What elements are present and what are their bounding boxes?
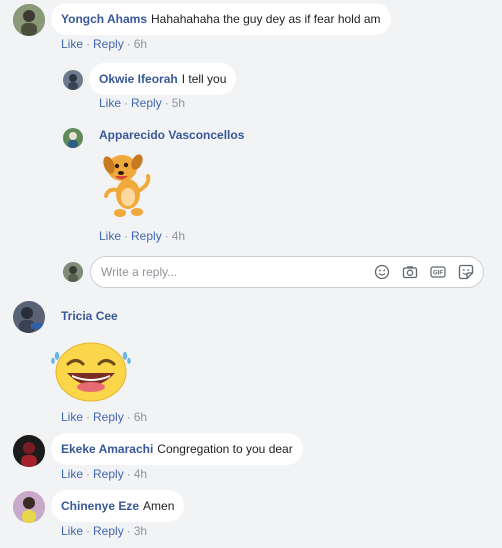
comment-author[interactable]: Chinenye Eze bbox=[61, 499, 139, 513]
emoji-icon[interactable] bbox=[374, 264, 390, 280]
reply-link[interactable]: Reply bbox=[93, 37, 124, 51]
separator-dot: · bbox=[86, 524, 91, 538]
separator-dot: · bbox=[86, 467, 91, 481]
reply-link[interactable]: Reply bbox=[131, 229, 162, 243]
avatar[interactable] bbox=[63, 70, 83, 90]
separator-dot: · bbox=[86, 410, 91, 424]
comment-text: Hahahahaha the guy dey as if fear hold a… bbox=[151, 12, 381, 26]
comment-text: I tell you bbox=[181, 72, 227, 86]
reply-link[interactable]: Reply bbox=[93, 467, 124, 481]
separator-dot: · bbox=[126, 37, 131, 51]
comment-timestamp[interactable]: 6h bbox=[134, 37, 147, 51]
comment-actions: Like · Reply · 6h bbox=[61, 37, 147, 51]
separator-dot: · bbox=[124, 96, 129, 110]
camera-icon[interactable] bbox=[402, 264, 418, 280]
comment-bubble: Okwie Ifeorah I tell you bbox=[89, 63, 237, 95]
avatar[interactable] bbox=[13, 491, 45, 523]
comment-bubble: Yongch Ahams Hahahahaha the guy dey as if… bbox=[51, 3, 391, 35]
separator-dot: · bbox=[164, 96, 169, 110]
comment-timestamp[interactable]: 5h bbox=[172, 96, 185, 110]
like-link[interactable]: Like bbox=[61, 37, 83, 51]
laughing-emoji-sticker bbox=[50, 338, 132, 402]
separator-dot: · bbox=[124, 229, 129, 243]
reply-input[interactable] bbox=[101, 257, 361, 287]
separator-dot: · bbox=[86, 37, 91, 51]
dancing-dog-sticker bbox=[100, 150, 154, 220]
reply-link[interactable]: Reply bbox=[93, 410, 124, 424]
comment-bubble: Chinenye Eze Amen bbox=[51, 490, 185, 522]
comment-author[interactable]: Okwie Ifeorah bbox=[99, 72, 178, 86]
avatar[interactable] bbox=[13, 435, 45, 467]
separator-dot: · bbox=[126, 410, 131, 424]
like-link[interactable]: Like bbox=[61, 410, 83, 424]
comment-timestamp[interactable]: 6h bbox=[134, 410, 147, 424]
like-link[interactable]: Like bbox=[99, 96, 121, 110]
svg-text:GIF: GIF bbox=[433, 271, 443, 277]
comment-bubble: Ekeke Amarachi Congregation to you dear bbox=[51, 433, 303, 465]
comment-author[interactable]: Ekeke Amarachi bbox=[61, 442, 153, 456]
gif-icon[interactable]: GIF bbox=[430, 264, 446, 280]
like-link[interactable]: Like bbox=[61, 524, 83, 538]
comment-actions: Like · Reply · 4h bbox=[99, 229, 185, 243]
reply-composer: GIF bbox=[90, 256, 484, 288]
comment-author[interactable]: Yongch Ahams bbox=[61, 12, 147, 26]
separator-dot: · bbox=[126, 524, 131, 538]
comment-actions: Like · Reply · 3h bbox=[61, 524, 147, 538]
comment-timestamp[interactable]: 4h bbox=[134, 467, 147, 481]
reply-link[interactable]: Reply bbox=[93, 524, 124, 538]
reply-link[interactable]: Reply bbox=[131, 96, 162, 110]
comment-timestamp[interactable]: 3h bbox=[134, 524, 147, 538]
current-user-avatar bbox=[63, 262, 83, 282]
comment-actions: Like · Reply · 6h bbox=[61, 410, 147, 424]
comment-text: Amen bbox=[143, 499, 175, 513]
comment-author[interactable]: Tricia Cee bbox=[61, 309, 118, 323]
comment-author[interactable]: Apparecido Vasconcellos bbox=[99, 128, 244, 142]
avatar[interactable] bbox=[13, 301, 45, 333]
comment-actions: Like · Reply · 5h bbox=[99, 96, 185, 110]
like-link[interactable]: Like bbox=[99, 229, 121, 243]
sticker-icon[interactable] bbox=[458, 264, 474, 280]
like-link[interactable]: Like bbox=[61, 467, 83, 481]
separator-dot: · bbox=[126, 467, 131, 481]
avatar[interactable] bbox=[13, 4, 45, 36]
comment-timestamp[interactable]: 4h bbox=[172, 229, 185, 243]
separator-dot: · bbox=[164, 229, 169, 243]
avatar[interactable] bbox=[63, 128, 83, 148]
comment-actions: Like · Reply · 4h bbox=[61, 467, 147, 481]
comment-text: Congregation to you dear bbox=[157, 442, 293, 456]
